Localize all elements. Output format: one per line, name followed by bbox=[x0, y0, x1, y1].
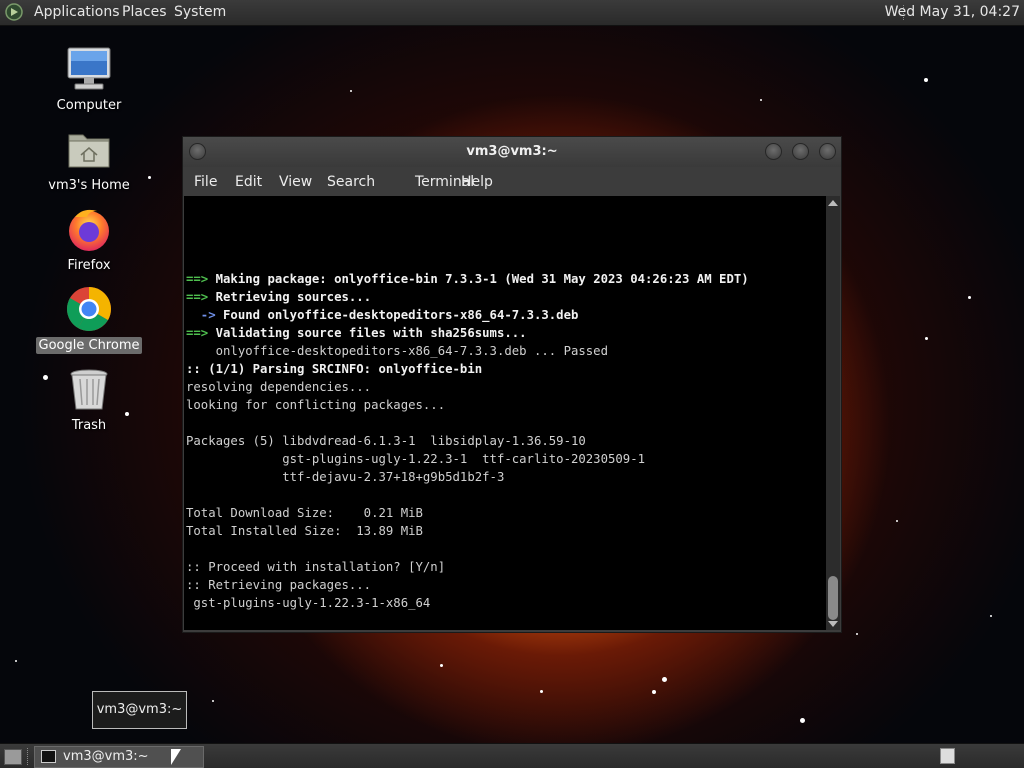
home-folder-icon bbox=[65, 125, 113, 173]
terminal-scrollbar[interactable] bbox=[826, 196, 840, 630]
terminal-line: ==> Making package: onlyoffice-bin 7.3.3… bbox=[186, 270, 749, 288]
terminal-arrow: ==> bbox=[186, 290, 209, 304]
terminal-line-text: Making package: onlyoffice-bin 7.3.3-1 (… bbox=[215, 272, 749, 286]
terminal-line: ==> Validating source files with sha256s… bbox=[186, 324, 527, 342]
taskbar-window-label: vm3@vm3:~ bbox=[63, 749, 149, 764]
star bbox=[212, 700, 214, 702]
star bbox=[148, 176, 151, 179]
desktop-icon-label: Computer bbox=[56, 98, 122, 113]
firefox-icon bbox=[65, 205, 113, 253]
desktop-icon-google-chrome[interactable]: Google Chrome bbox=[34, 285, 144, 354]
top-panel: Applications Places System Wed May 31, 0… bbox=[0, 0, 1024, 26]
terminal-line: ==> Retrieving sources... bbox=[186, 288, 371, 306]
desktop-icon-label: Trash bbox=[71, 418, 107, 433]
star bbox=[350, 90, 352, 92]
applications-menu-icon[interactable] bbox=[5, 3, 23, 21]
terminal-line-text: Retrieving sources... bbox=[215, 290, 372, 304]
terminal-line: looking for conflicting packages... bbox=[186, 398, 446, 412]
terminal-line: Packages (5) libdvdread-6.1.3-1 libsidpl… bbox=[186, 434, 586, 448]
star bbox=[760, 99, 762, 101]
menu-edit[interactable]: Edit bbox=[235, 174, 262, 190]
window-menu-button[interactable] bbox=[189, 143, 206, 160]
terminal-window[interactable]: vm3@vm3:~ File Edit View Search Terminal… bbox=[182, 136, 842, 633]
places-menu[interactable]: Places bbox=[122, 4, 167, 20]
star bbox=[540, 690, 543, 693]
maximize-button[interactable] bbox=[792, 143, 809, 160]
terminal-line: :: Proceed with installation? [Y/n] bbox=[186, 560, 446, 574]
terminal-line: :: Retrieving packages... bbox=[186, 578, 372, 592]
desktop-icon-label: Google Chrome bbox=[35, 337, 143, 354]
desktop-icon-firefox[interactable]: Firefox bbox=[34, 205, 144, 274]
star bbox=[662, 677, 667, 682]
applications-menu[interactable]: Applications bbox=[34, 4, 120, 20]
menu-search[interactable]: Search bbox=[327, 174, 375, 190]
terminal-output[interactable]: ==> Making package: onlyoffice-bin 7.3.3… bbox=[184, 196, 826, 630]
scroll-down-arrow-icon[interactable] bbox=[828, 621, 838, 627]
workspace-switcher[interactable] bbox=[940, 748, 955, 764]
chrome-icon bbox=[65, 285, 113, 333]
terminal-line: -> Found onlyoffice-desktopeditors-x86_6… bbox=[186, 306, 579, 324]
terminal-line-text: onlyoffice-bin bbox=[378, 362, 483, 376]
terminal-line: ttf-dejavu-2.37+18+g9b5d1b2f-3 bbox=[186, 470, 505, 484]
star bbox=[896, 520, 898, 522]
star bbox=[440, 664, 443, 667]
terminal-line-text: Validating source files with sha256sums.… bbox=[215, 326, 527, 340]
terminal-arrow: ==> bbox=[186, 272, 209, 286]
window-title: vm3@vm3:~ bbox=[466, 144, 558, 159]
star bbox=[990, 615, 992, 617]
menu-file[interactable]: File bbox=[194, 174, 217, 190]
star bbox=[968, 296, 971, 299]
computer-icon bbox=[65, 45, 113, 93]
terminal-line: resolving dependencies... bbox=[186, 380, 372, 394]
terminal-line: onlyoffice-desktopeditors-x86_64-7.3.3.d… bbox=[186, 344, 608, 358]
terminal-line-prefix: :: (1/1) Parsing SRCINFO: bbox=[186, 362, 379, 376]
star bbox=[652, 690, 656, 694]
show-desktop-icon[interactable] bbox=[4, 749, 22, 765]
window-title-bar[interactable]: vm3@vm3:~ bbox=[183, 137, 841, 167]
desktop-icon-computer[interactable]: Computer bbox=[34, 45, 144, 114]
desktop-icon-trash[interactable]: Trash bbox=[34, 365, 144, 434]
terminal-icon bbox=[41, 750, 56, 763]
terminal-arrow: -> bbox=[186, 308, 216, 322]
desktop-icon-home[interactable]: vm3's Home bbox=[34, 125, 144, 194]
terminal-line-text: Found onlyoffice-desktopeditors-x86_64-7… bbox=[223, 308, 579, 322]
desktop-icon-label: vm3's Home bbox=[48, 178, 130, 193]
scrollbar-thumb[interactable] bbox=[828, 576, 838, 620]
system-menu[interactable]: System bbox=[174, 4, 226, 20]
star bbox=[925, 337, 928, 340]
menu-help[interactable]: Help bbox=[461, 174, 493, 190]
panel-separator bbox=[27, 748, 30, 765]
terminal-line: Total Download Size: 0.21 MiB bbox=[186, 506, 423, 520]
terminal-line: gst-plugins-ugly-1.22.3-1 ttf-carlito-20… bbox=[186, 452, 646, 466]
terminal-line: Total Installed Size: 13.89 MiB bbox=[186, 524, 423, 538]
taskbar-tooltip: vm3@vm3:~ bbox=[92, 691, 187, 729]
terminal-menubar: File Edit View Search Terminal Help bbox=[183, 167, 841, 196]
bottom-panel: vm3@vm3:~ bbox=[0, 743, 1024, 768]
minimize-button[interactable] bbox=[765, 143, 782, 160]
scroll-up-arrow-icon[interactable] bbox=[828, 200, 838, 206]
star bbox=[800, 718, 805, 723]
trash-icon bbox=[65, 365, 113, 413]
terminal-line: :: (1/1) Parsing SRCINFO: onlyoffice-bin bbox=[186, 360, 482, 378]
desktop-icon-label: Firefox bbox=[67, 258, 111, 273]
menu-view[interactable]: View bbox=[279, 174, 312, 190]
terminal-line: gst-plugins-ugly-1.22.3-1-x86_64 bbox=[186, 596, 431, 610]
terminal-arrow: ==> bbox=[186, 326, 209, 340]
mouse-cursor-icon bbox=[171, 749, 181, 765]
star bbox=[924, 78, 928, 82]
close-button[interactable] bbox=[819, 143, 836, 160]
star bbox=[856, 633, 858, 635]
star bbox=[15, 660, 17, 662]
clock[interactable]: Wed May 31, 04:27 bbox=[885, 4, 1020, 20]
